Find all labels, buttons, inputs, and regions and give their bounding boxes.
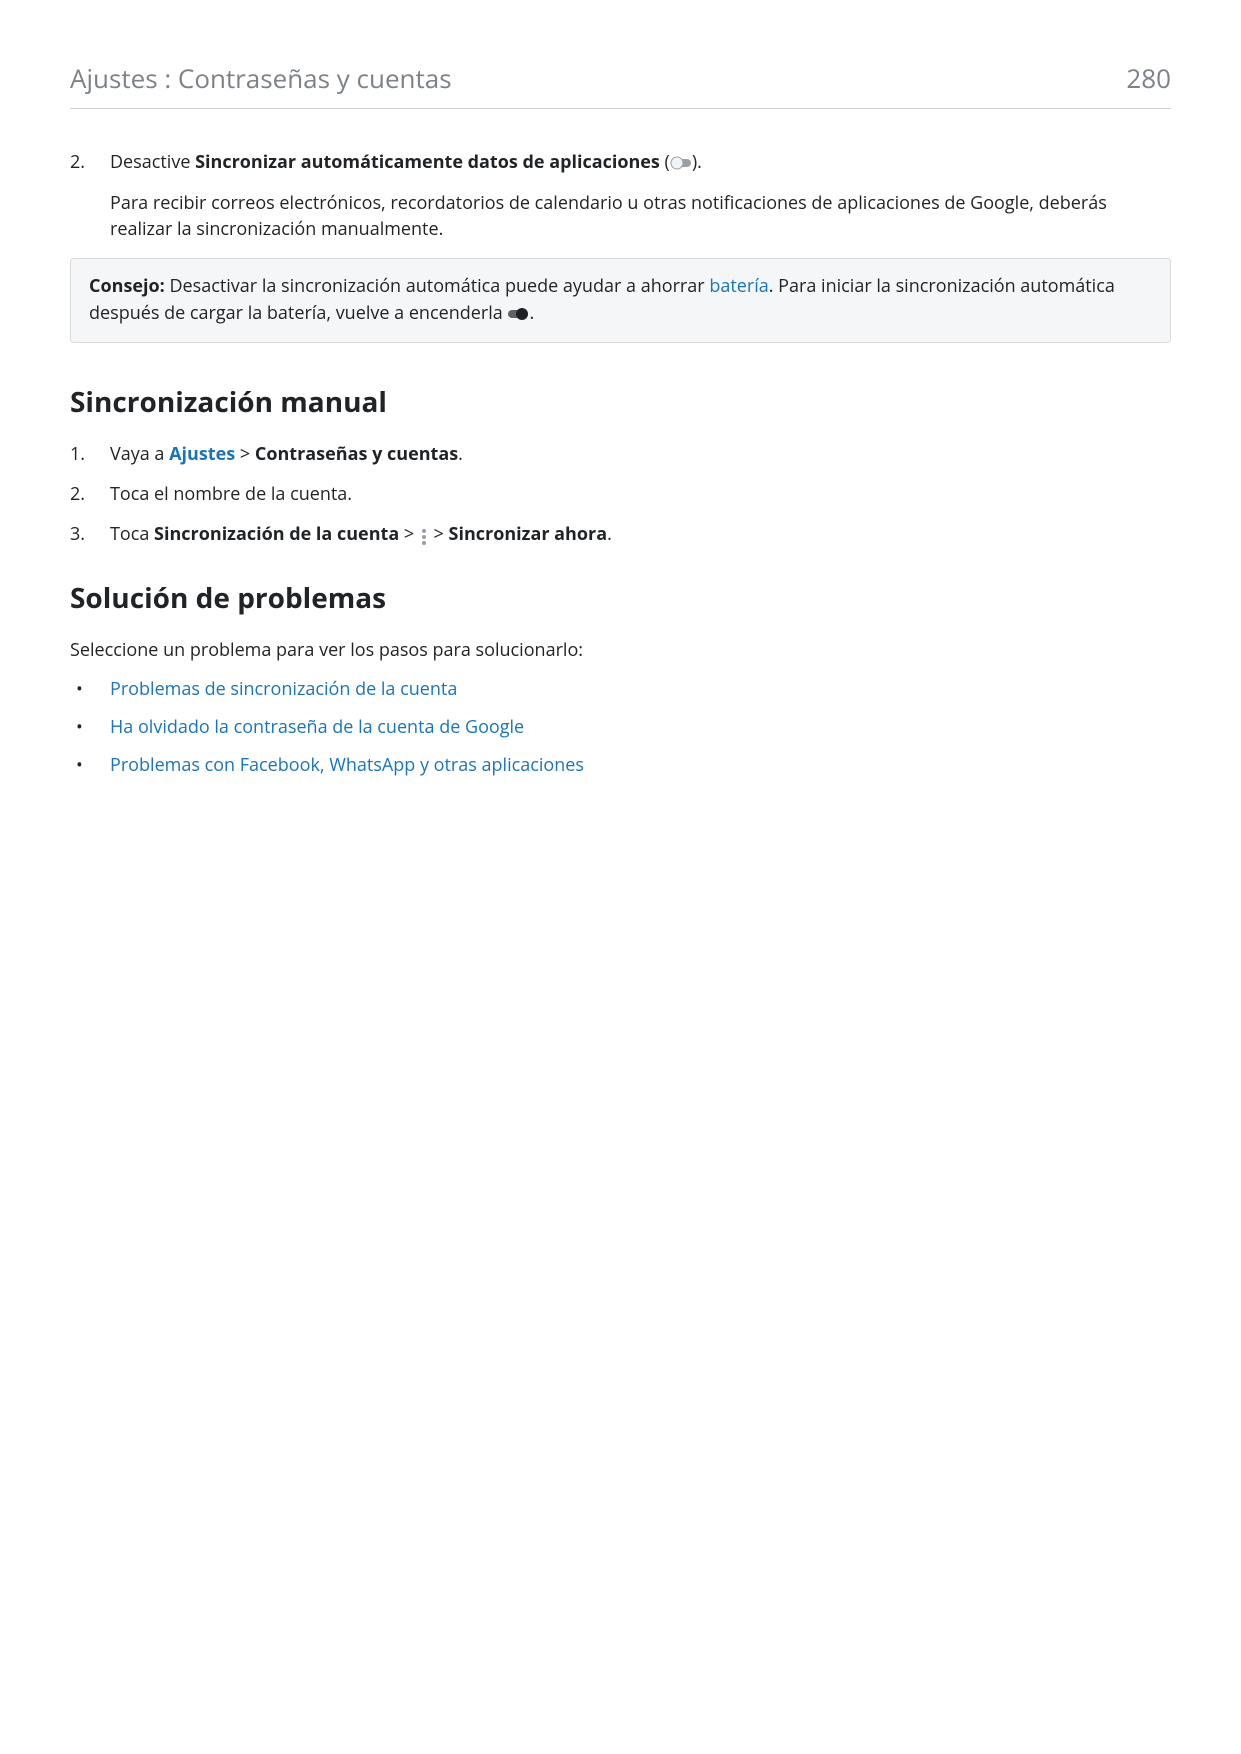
text: > xyxy=(399,522,419,546)
list-item: • Ha olvidado la contraseña de la cuenta… xyxy=(70,715,1171,739)
tip-label: Consejo: xyxy=(89,274,165,298)
text: Desactive xyxy=(110,150,195,174)
manual-step-1: 1. Vaya a Ajustes > Contraseñas y cuenta… xyxy=(70,441,1171,467)
text: Toca xyxy=(110,522,154,546)
troubleshoot-link-other-apps[interactable]: Problemas con Facebook, WhatsApp y otras… xyxy=(110,753,584,777)
tip-text: Desactivar la sincronización automática … xyxy=(165,274,710,298)
step-body: Desactive Sincronizar automáticamente da… xyxy=(110,149,1171,242)
bullet-icon: • xyxy=(70,715,110,739)
step-number: 2. xyxy=(70,149,110,242)
text: > xyxy=(235,442,255,466)
text: ( xyxy=(660,150,670,174)
breadcrumb: Ajustes : Contraseñas y cuentas xyxy=(70,60,452,96)
manual-step-2: 2. Toca el nombre de la cuenta. xyxy=(70,481,1171,507)
bold-path: Contraseñas y cuentas xyxy=(255,442,458,466)
page-header: Ajustes : Contraseñas y cuentas 280 xyxy=(70,60,1171,109)
text: . xyxy=(458,442,463,466)
text: ). xyxy=(692,150,702,174)
continued-steps: 2. Desactive Sincronizar automáticamente… xyxy=(70,149,1171,242)
step-number: 3. xyxy=(70,521,110,548)
bullet-icon: • xyxy=(70,753,110,777)
section-heading-manual-sync: Sincronización manual xyxy=(70,383,1171,421)
text: > xyxy=(429,522,449,546)
toggle-on-icon xyxy=(507,300,529,327)
settings-link[interactable]: Ajustes xyxy=(169,442,235,466)
step-2: 2. Desactive Sincronizar automáticamente… xyxy=(70,149,1171,242)
bold-setting-name: Sincronizar automáticamente datos de apl… xyxy=(195,150,660,174)
page-number: 280 xyxy=(1126,60,1171,96)
troubleshoot-link-forgot-password[interactable]: Ha olvidado la contraseña de la cuenta d… xyxy=(110,715,524,739)
battery-link[interactable]: batería xyxy=(709,274,768,298)
manual-step-3: 3. Toca Sincronización de la cuenta > > … xyxy=(70,521,1171,548)
troubleshoot-link-sync-problems[interactable]: Problemas de sincronización de la cuenta xyxy=(110,677,457,701)
step-body: Toca el nombre de la cuenta. xyxy=(110,481,1171,507)
step-paragraph: Para recibir correos electrónicos, recor… xyxy=(110,190,1171,242)
bold-path: Sincronizar ahora xyxy=(449,522,608,546)
troubleshoot-list: • Problemas de sincronización de la cuen… xyxy=(70,677,1171,777)
step-number: 1. xyxy=(70,441,110,467)
troubleshoot-intro: Seleccione un problema para ver los paso… xyxy=(70,637,1171,663)
toggle-off-icon xyxy=(670,149,692,175)
bold-path: Sincronización de la cuenta xyxy=(154,522,399,546)
section-heading-troubleshoot: Solución de problemas xyxy=(70,579,1171,617)
more-vert-icon xyxy=(419,522,429,548)
list-item: • Problemas con Facebook, WhatsApp y otr… xyxy=(70,753,1171,777)
tip-box: Consejo: Desactivar la sincronización au… xyxy=(70,258,1171,343)
step-body: Vaya a Ajustes > Contraseñas y cuentas. xyxy=(110,441,1171,467)
text: . xyxy=(607,522,612,546)
list-item: • Problemas de sincronización de la cuen… xyxy=(70,677,1171,701)
bullet-icon: • xyxy=(70,677,110,701)
step-number: 2. xyxy=(70,481,110,507)
tip-text: . xyxy=(529,301,534,325)
text: Vaya a xyxy=(110,442,169,466)
step-body: Toca Sincronización de la cuenta > > Sin… xyxy=(110,521,1171,548)
manual-sync-steps: 1. Vaya a Ajustes > Contraseñas y cuenta… xyxy=(70,441,1171,548)
